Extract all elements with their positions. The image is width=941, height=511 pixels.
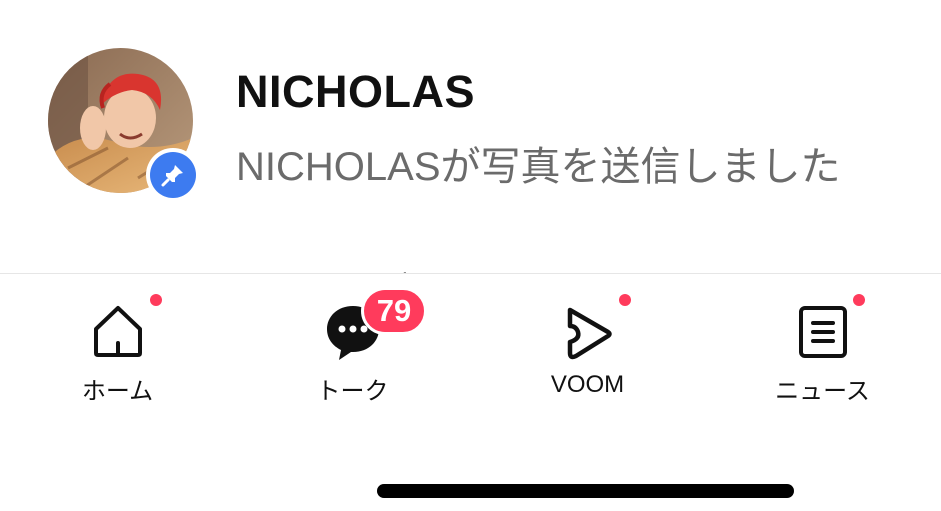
tab-talk[interactable]: トーク bbox=[235, 274, 470, 414]
tab-home[interactable]: ホーム bbox=[0, 274, 235, 414]
line-app-screen: NICHOLAS NICHOLASが写真を送信しました ・・ ボ ・・ ・ ホー… bbox=[0, 0, 941, 511]
pin-icon bbox=[150, 152, 196, 198]
tab-talk-label: トーク bbox=[316, 378, 389, 405]
tab-news-label: ニュース bbox=[775, 378, 870, 405]
bottom-tab-bar: ホーム トーク 79 VOOM ニュース bbox=[0, 273, 941, 511]
chat-list-item[interactable]: NICHOLAS NICHOLASが写真を送信しました ・・ ボ ・・ ・ bbox=[0, 0, 941, 309]
unread-count-badge: 79 bbox=[361, 287, 427, 335]
notification-dot bbox=[853, 294, 865, 306]
notification-dot bbox=[150, 294, 162, 306]
pinned-badge bbox=[146, 148, 200, 202]
tab-voom-label: VOOM bbox=[550, 371, 625, 398]
news-icon bbox=[798, 306, 847, 358]
home-icon bbox=[93, 306, 142, 357]
chat-title: NICHOLAS bbox=[236, 66, 475, 117]
last-message-preview: NICHOLASが写真を送信しました bbox=[236, 145, 841, 189]
voom-play-icon bbox=[567, 307, 612, 360]
tab-home-label: ホーム bbox=[81, 378, 154, 405]
tab-news[interactable]: ニュース bbox=[705, 274, 940, 414]
tab-voom[interactable]: VOOM bbox=[470, 274, 705, 414]
notification-dot bbox=[619, 294, 631, 306]
home-indicator[interactable] bbox=[377, 484, 794, 498]
